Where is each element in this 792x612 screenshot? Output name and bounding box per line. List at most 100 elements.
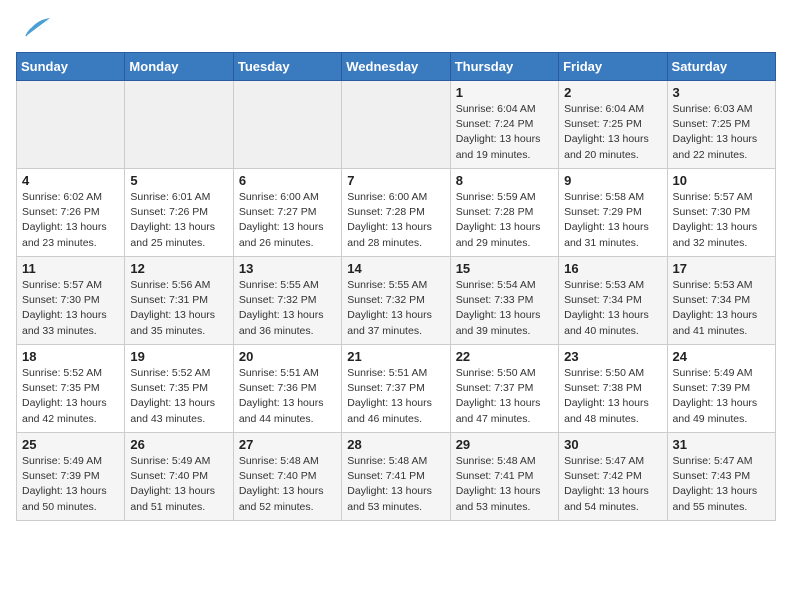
day-info: Sunrise: 5:50 AM Sunset: 7:38 PM Dayligh… <box>564 366 661 427</box>
day-number: 31 <box>673 437 770 452</box>
day-number: 27 <box>239 437 336 452</box>
calendar-cell: 28 Sunrise: 5:48 AM Sunset: 7:41 PM Dayli… <box>342 433 450 521</box>
weekday-header-sunday: Sunday <box>17 53 125 81</box>
day-info: Sunrise: 5:49 AM Sunset: 7:39 PM Dayligh… <box>22 454 119 515</box>
day-number: 22 <box>456 349 553 364</box>
calendar-cell: 27 Sunrise: 5:48 AM Sunset: 7:40 PM Dayli… <box>233 433 341 521</box>
day-info: Sunrise: 5:57 AM Sunset: 7:30 PM Dayligh… <box>673 190 770 251</box>
day-info: Sunrise: 5:47 AM Sunset: 7:42 PM Dayligh… <box>564 454 661 515</box>
day-number: 11 <box>22 261 119 276</box>
day-info: Sunrise: 5:55 AM Sunset: 7:32 PM Dayligh… <box>347 278 444 339</box>
day-number: 3 <box>673 85 770 100</box>
calendar-cell: 21Sunrise: 5:51 AM Sunset: 7:37 PM Dayli… <box>342 345 450 433</box>
day-info: Sunrise: 6:03 AM Sunset: 7:25 PM Dayligh… <box>673 102 770 163</box>
day-info: Sunrise: 5:59 AM Sunset: 7:28 PM Dayligh… <box>456 190 553 251</box>
day-info: Sunrise: 5:51 AM Sunset: 7:37 PM Dayligh… <box>347 366 444 427</box>
day-info: Sunrise: 5:48 AM Sunset: 7:41 PM Dayligh… <box>456 454 553 515</box>
day-number: 19 <box>130 349 227 364</box>
day-number: 5 <box>130 173 227 188</box>
day-info: Sunrise: 5:49 AM Sunset: 7:39 PM Dayligh… <box>673 366 770 427</box>
calendar-cell: 5 Sunrise: 6:01 AM Sunset: 7:26 PM Daylig… <box>125 169 233 257</box>
calendar-cell: 2 Sunrise: 6:04 AM Sunset: 7:25 PM Daylig… <box>559 81 667 169</box>
day-info: Sunrise: 5:54 AM Sunset: 7:33 PM Dayligh… <box>456 278 553 339</box>
calendar-cell: 3 Sunrise: 6:03 AM Sunset: 7:25 PM Daylig… <box>667 81 775 169</box>
calendar-cell: 22 Sunrise: 5:50 AM Sunset: 7:37 PM Dayli… <box>450 345 558 433</box>
day-info: Sunrise: 5:56 AM Sunset: 7:31 PM Dayligh… <box>130 278 227 339</box>
weekday-header-friday: Friday <box>559 53 667 81</box>
calendar-cell: 18 Sunrise: 5:52 AM Sunset: 7:35 PM Dayli… <box>17 345 125 433</box>
calendar-cell: 25 Sunrise: 5:49 AM Sunset: 7:39 PM Dayli… <box>17 433 125 521</box>
calendar-cell: 15 Sunrise: 5:54 AM Sunset: 7:33 PM Dayli… <box>450 257 558 345</box>
calendar-cell: 19 Sunrise: 5:52 AM Sunset: 7:35 PM Dayli… <box>125 345 233 433</box>
day-number: 25 <box>22 437 119 452</box>
day-info: Sunrise: 5:53 AM Sunset: 7:34 PM Dayligh… <box>564 278 661 339</box>
day-info: Sunrise: 6:00 AM Sunset: 7:28 PM Dayligh… <box>347 190 444 251</box>
calendar-cell: 7Sunrise: 6:00 AM Sunset: 7:28 PM Daylig… <box>342 169 450 257</box>
calendar-cell: 17Sunrise: 5:53 AM Sunset: 7:34 PM Dayli… <box>667 257 775 345</box>
day-number: 30 <box>564 437 661 452</box>
day-info: Sunrise: 6:04 AM Sunset: 7:24 PM Dayligh… <box>456 102 553 163</box>
day-info: Sunrise: 5:48 AM Sunset: 7:41 PM Dayligh… <box>347 454 444 515</box>
day-number: 6 <box>239 173 336 188</box>
calendar-cell <box>125 81 233 169</box>
weekday-header-thursday: Thursday <box>450 53 558 81</box>
page-header <box>16 16 776 44</box>
day-number: 12 <box>130 261 227 276</box>
calendar-cell <box>233 81 341 169</box>
day-number: 9 <box>564 173 661 188</box>
day-info: Sunrise: 5:47 AM Sunset: 7:43 PM Dayligh… <box>673 454 770 515</box>
day-number: 2 <box>564 85 661 100</box>
day-info: Sunrise: 6:02 AM Sunset: 7:26 PM Dayligh… <box>22 190 119 251</box>
weekday-header-saturday: Saturday <box>667 53 775 81</box>
calendar-cell: 14 Sunrise: 5:55 AM Sunset: 7:32 PM Dayli… <box>342 257 450 345</box>
day-info: Sunrise: 5:51 AM Sunset: 7:36 PM Dayligh… <box>239 366 336 427</box>
day-number: 28 <box>347 437 444 452</box>
day-number: 14 <box>347 261 444 276</box>
calendar-cell: 13 Sunrise: 5:55 AM Sunset: 7:32 PM Dayli… <box>233 257 341 345</box>
calendar-cell: 6 Sunrise: 6:00 AM Sunset: 7:27 PM Daylig… <box>233 169 341 257</box>
calendar-table: SundayMondayTuesdayWednesdayThursdayFrid… <box>16 52 776 521</box>
day-info: Sunrise: 6:00 AM Sunset: 7:27 PM Dayligh… <box>239 190 336 251</box>
day-info: Sunrise: 6:04 AM Sunset: 7:25 PM Dayligh… <box>564 102 661 163</box>
day-number: 17 <box>673 261 770 276</box>
day-info: Sunrise: 5:58 AM Sunset: 7:29 PM Dayligh… <box>564 190 661 251</box>
day-info: Sunrise: 5:49 AM Sunset: 7:40 PM Dayligh… <box>130 454 227 515</box>
calendar-cell <box>17 81 125 169</box>
day-number: 10 <box>673 173 770 188</box>
calendar-cell: 9 Sunrise: 5:58 AM Sunset: 7:29 PM Daylig… <box>559 169 667 257</box>
calendar-cell: 12 Sunrise: 5:56 AM Sunset: 7:31 PM Dayli… <box>125 257 233 345</box>
day-info: Sunrise: 5:52 AM Sunset: 7:35 PM Dayligh… <box>130 366 227 427</box>
logo <box>16 16 56 44</box>
calendar-cell: 23 Sunrise: 5:50 AM Sunset: 7:38 PM Dayli… <box>559 345 667 433</box>
calendar-cell <box>342 81 450 169</box>
day-number: 24 <box>673 349 770 364</box>
day-number: 20 <box>239 349 336 364</box>
weekday-header-monday: Monday <box>125 53 233 81</box>
day-number: 4 <box>22 173 119 188</box>
calendar-cell: 11 Sunrise: 5:57 AM Sunset: 7:30 PM Dayli… <box>17 257 125 345</box>
day-number: 18 <box>22 349 119 364</box>
day-number: 1 <box>456 85 553 100</box>
day-info: Sunrise: 5:52 AM Sunset: 7:35 PM Dayligh… <box>22 366 119 427</box>
day-info: Sunrise: 5:50 AM Sunset: 7:37 PM Dayligh… <box>456 366 553 427</box>
day-info: Sunrise: 5:48 AM Sunset: 7:40 PM Dayligh… <box>239 454 336 515</box>
calendar-cell: 4 Sunrise: 6:02 AM Sunset: 7:26 PM Daylig… <box>17 169 125 257</box>
calendar-cell: 20 Sunrise: 5:51 AM Sunset: 7:36 PM Dayli… <box>233 345 341 433</box>
day-number: 29 <box>456 437 553 452</box>
weekday-header-tuesday: Tuesday <box>233 53 341 81</box>
day-number: 8 <box>456 173 553 188</box>
day-number: 23 <box>564 349 661 364</box>
day-info: Sunrise: 5:55 AM Sunset: 7:32 PM Dayligh… <box>239 278 336 339</box>
calendar-cell: 29 Sunrise: 5:48 AM Sunset: 7:41 PM Dayli… <box>450 433 558 521</box>
calendar-cell: 1 Sunrise: 6:04 AM Sunset: 7:24 PM Daylig… <box>450 81 558 169</box>
calendar-cell: 31 Sunrise: 5:47 AM Sunset: 7:43 PM Dayli… <box>667 433 775 521</box>
day-number: 15 <box>456 261 553 276</box>
day-info: Sunrise: 5:57 AM Sunset: 7:30 PM Dayligh… <box>22 278 119 339</box>
logo-bird-icon <box>16 16 52 44</box>
weekday-header-wednesday: Wednesday <box>342 53 450 81</box>
day-info: Sunrise: 6:01 AM Sunset: 7:26 PM Dayligh… <box>130 190 227 251</box>
day-number: 26 <box>130 437 227 452</box>
calendar-cell: 8 Sunrise: 5:59 AM Sunset: 7:28 PM Daylig… <box>450 169 558 257</box>
calendar-cell: 26 Sunrise: 5:49 AM Sunset: 7:40 PM Dayli… <box>125 433 233 521</box>
day-number: 13 <box>239 261 336 276</box>
